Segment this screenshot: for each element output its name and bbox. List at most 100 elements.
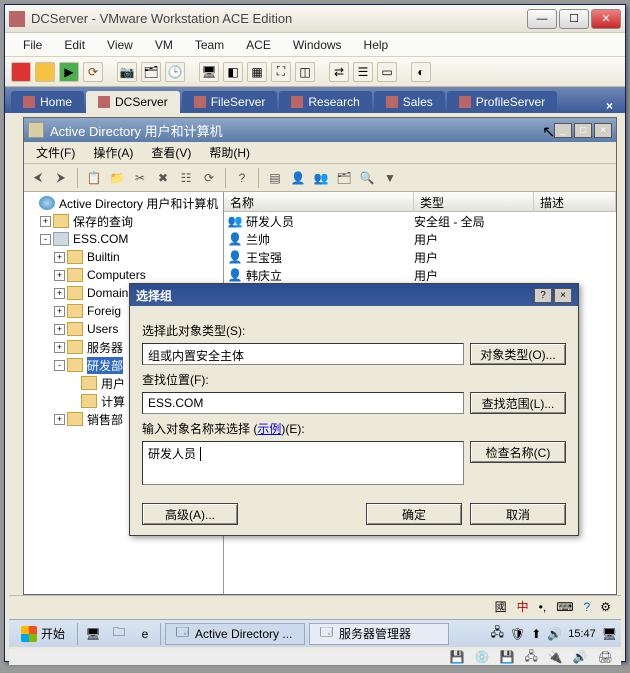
tree-toggle[interactable]: +: [54, 414, 65, 425]
tree-toggle[interactable]: +: [54, 270, 65, 281]
folder-icon[interactable]: 📁: [107, 168, 127, 188]
sidebar-button[interactable]: ◧: [223, 62, 243, 82]
addgroup-icon[interactable]: 👥: [311, 168, 331, 188]
device-sound-icon[interactable]: 🔊: [573, 650, 588, 664]
start-button[interactable]: 开始: [13, 623, 73, 644]
forward-icon[interactable]: ⮞: [51, 168, 71, 188]
tree-label[interactable]: Users: [87, 322, 118, 336]
fullscreen-button[interactable]: ⛶: [271, 62, 291, 82]
tree-label[interactable]: 计算: [101, 393, 125, 410]
back-icon[interactable]: ⮜: [28, 168, 48, 188]
col-type[interactable]: 类型: [414, 192, 534, 211]
addou-icon[interactable]: 🗂: [334, 168, 354, 188]
tray-shield-icon[interactable]: 🛡: [510, 627, 525, 641]
revert-button[interactable]: 🕒: [165, 62, 185, 82]
maximize-button[interactable]: ☐: [559, 9, 589, 29]
tree-toggle[interactable]: -: [54, 360, 65, 371]
vm-tab-dcserver[interactable]: DCServer: [86, 91, 180, 113]
mmc-menu-item[interactable]: 文件(F): [28, 142, 83, 163]
device-usb-icon[interactable]: 🔌: [548, 650, 563, 664]
mmc-maximize-button[interactable]: □: [574, 123, 592, 138]
checknames-button[interactable]: 检查名称(C): [470, 441, 566, 463]
tree-label[interactable]: Foreig: [87, 304, 121, 318]
tree-label[interactable]: 保存的查询: [73, 213, 133, 230]
mmc-minimize-button[interactable]: _: [554, 123, 572, 138]
ql-ie-icon[interactable]: e: [134, 623, 156, 645]
tree-label[interactable]: 用户: [101, 375, 125, 392]
delete-icon[interactable]: ✖: [153, 168, 173, 188]
mmc-menu-item[interactable]: 操作(A): [85, 142, 141, 163]
device-cd-icon[interactable]: 💿: [475, 650, 490, 664]
vm-tab-fileserver[interactable]: FileServer: [182, 91, 278, 113]
ql-desktop-icon[interactable]: 🖥: [82, 623, 104, 645]
snapshot-manager-button[interactable]: 🗂: [141, 62, 161, 82]
mmc-close-button[interactable]: ×: [594, 123, 612, 138]
tray-network-icon[interactable]: 🖧: [491, 623, 504, 644]
tree-toggle[interactable]: +: [54, 342, 65, 353]
vm-tab-home[interactable]: Home: [11, 91, 84, 113]
tree-item[interactable]: +Computers: [26, 266, 221, 284]
tree-toggle[interactable]: +: [54, 288, 65, 299]
vm-menu-help[interactable]: Help: [354, 35, 399, 55]
vm-menu-windows[interactable]: Windows: [283, 35, 352, 55]
tree-toggle[interactable]: +: [40, 216, 51, 227]
location-button[interactable]: 查找范围(L)...: [470, 392, 566, 414]
tree-item[interactable]: - ESS.COM: [26, 230, 221, 248]
tree-label[interactable]: 销售部: [87, 411, 123, 428]
find-icon[interactable]: 🔍: [357, 168, 377, 188]
vm-tab-research[interactable]: Research: [279, 91, 371, 113]
ime-status[interactable]: 中: [517, 598, 529, 615]
properties-icon[interactable]: ☷: [176, 168, 196, 188]
vm-menu-ace[interactable]: ACE: [236, 35, 281, 55]
vm-menu-edit[interactable]: Edit: [54, 35, 95, 55]
tree-toggle[interactable]: +: [54, 306, 65, 317]
tree-label[interactable]: Builtin: [87, 250, 120, 264]
vm-menu-vm[interactable]: VM: [145, 35, 183, 55]
minimize-button[interactable]: —: [527, 9, 557, 29]
tree-label[interactable]: Active Directory 用户和计算机: [59, 195, 218, 212]
suspend-button[interactable]: [35, 62, 55, 82]
ime-keyboard-icon[interactable]: ⌨: [556, 600, 573, 614]
tree-toggle[interactable]: -: [40, 234, 51, 245]
ime-icon[interactable]: 國: [495, 598, 507, 615]
vm-tab-sales[interactable]: Sales: [374, 91, 445, 113]
adduser-icon[interactable]: 👤: [288, 168, 308, 188]
list-row[interactable]: 👤韩庆立用户: [224, 266, 616, 284]
dialog-help-button[interactable]: ?: [534, 288, 552, 303]
ime-settings-icon[interactable]: ⚙: [600, 600, 611, 614]
appliance-button[interactable]: ▭: [377, 62, 397, 82]
tree-label[interactable]: 服务器: [87, 339, 123, 356]
taskbar-task[interactable]: 🗔Active Directory ...: [165, 623, 305, 645]
tree-item[interactable]: Active Directory 用户和计算机: [26, 194, 221, 212]
up-icon[interactable]: 📋: [84, 168, 104, 188]
col-name[interactable]: 名称: [224, 192, 414, 211]
mmc-titlebar[interactable]: Active Directory 用户和计算机 _ □ ×: [24, 118, 616, 142]
tree-toggle[interactable]: +: [54, 252, 65, 263]
device-net-icon[interactable]: 🖧: [524, 647, 537, 668]
tree-label[interactable]: 研发部: [87, 357, 123, 374]
unity-button[interactable]: ◫: [295, 62, 315, 82]
list-row[interactable]: 👥研发人员安全组 - 全局: [224, 212, 616, 230]
tray-icon[interactable]: 🖥: [602, 627, 617, 641]
dialog-titlebar[interactable]: 选择组 ? ×: [130, 284, 578, 306]
dialog-close-button[interactable]: ×: [554, 288, 572, 303]
clock[interactable]: 15:47: [568, 628, 596, 640]
show-console-button[interactable]: 🖥: [199, 62, 219, 82]
names-textarea[interactable]: 研发人员: [142, 441, 464, 485]
device-floppy-icon[interactable]: 💾: [500, 650, 515, 664]
ace-button[interactable]: ◐: [411, 62, 431, 82]
mmc-menu-item[interactable]: 帮助(H): [201, 142, 258, 163]
vm-menu-team[interactable]: Team: [185, 35, 234, 55]
cut-icon[interactable]: ✂: [130, 168, 150, 188]
tree-label[interactable]: ESS.COM: [73, 232, 128, 246]
refresh-icon[interactable]: ⟳: [199, 168, 219, 188]
ql-explorer-icon[interactable]: 🗀: [108, 623, 130, 645]
list-row[interactable]: 👤王宝强用户: [224, 248, 616, 266]
tab-close-button[interactable]: ×: [600, 99, 619, 113]
device-hdd-icon[interactable]: 💾: [450, 650, 465, 664]
tree-toggle[interactable]: +: [54, 324, 65, 335]
col-desc[interactable]: 描述: [534, 192, 616, 211]
quickswitch-button[interactable]: ⇄: [329, 62, 349, 82]
taskbar-task[interactable]: 🗔服务器管理器: [309, 623, 449, 645]
tray-updates-icon[interactable]: ⬆: [531, 627, 541, 641]
